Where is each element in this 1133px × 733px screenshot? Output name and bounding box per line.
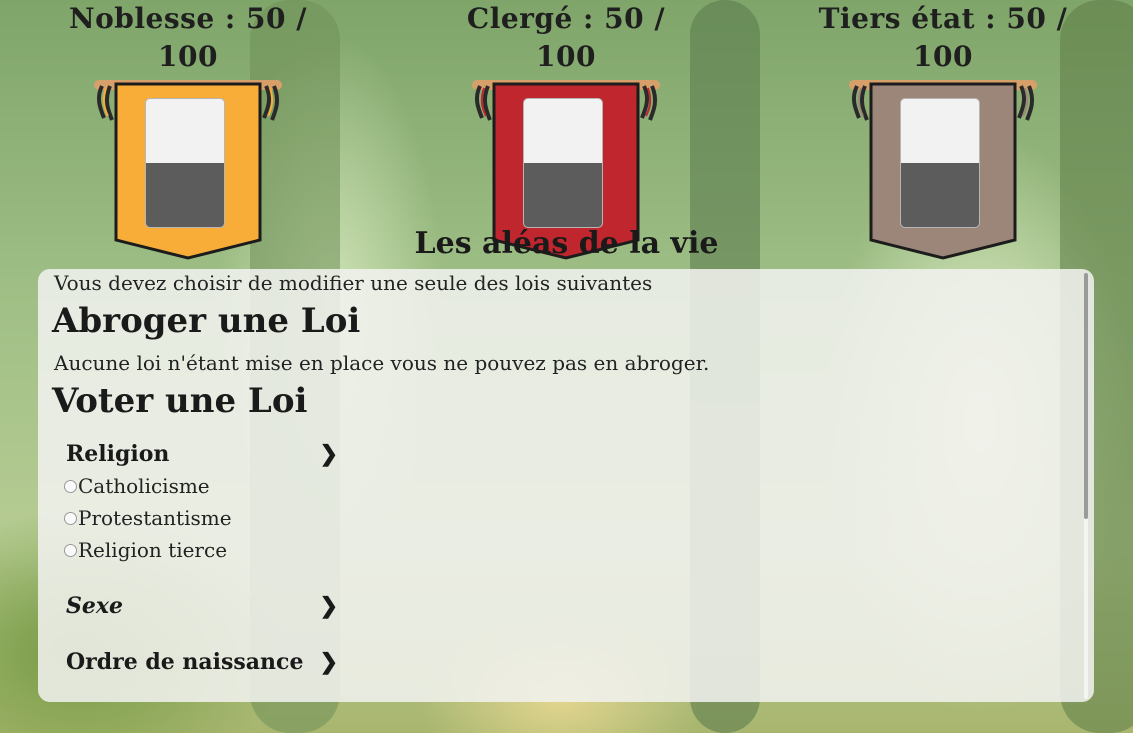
option-label: Catholicisme <box>78 474 210 498</box>
option-label: Religion tierce <box>78 538 228 562</box>
law-group-religion: Religion ❯ Catholicisme Protestantisme R… <box>64 441 338 566</box>
radio-button[interactable] <box>64 511 77 525</box>
law-group-sexe: Sexe ❯ <box>66 593 338 619</box>
abroger-heading: Abroger une Loi <box>52 301 361 341</box>
gauge-fill <box>146 163 224 227</box>
law-label: Ordre de naissance <box>66 649 304 675</box>
option-protestantisme[interactable]: Protestantisme <box>64 502 338 534</box>
chevron-right-icon: ❯ <box>319 441 338 467</box>
law-label: Religion <box>66 441 170 467</box>
estate-title: Tiers état : 50 / 100 <box>818 2 1068 73</box>
law-toggle-ordre-naissance[interactable]: Ordre de naissance ❯ <box>66 649 338 675</box>
gauge-fill <box>901 163 979 227</box>
intro-text: Vous devez choisir de modifier une seule… <box>54 271 653 295</box>
option-religion-tierce[interactable]: Religion tierce <box>64 534 338 566</box>
chevron-right-icon: ❯ <box>319 593 338 619</box>
chevron-right-icon: ❯ <box>319 649 338 675</box>
voter-heading: Voter une Loi <box>52 381 308 421</box>
influence-gauge <box>900 98 980 228</box>
scrollbar-thumb[interactable] <box>1084 273 1088 519</box>
event-title: Les aléas de la vie <box>414 226 719 261</box>
law-panel: Vous devez choisir de modifier une seule… <box>38 269 1094 702</box>
law-label: Sexe <box>66 593 123 619</box>
estate-title: Clergé : 50 / 100 <box>466 2 666 73</box>
radio-button[interactable] <box>64 479 77 493</box>
influence-gauge <box>523 98 603 228</box>
abroger-text: Aucune loi n'étant mise en place vous ne… <box>54 351 710 375</box>
law-toggle-religion[interactable]: Religion ❯ <box>66 441 338 467</box>
option-label: Protestantisme <box>78 506 232 530</box>
gauge-fill <box>524 163 602 227</box>
radio-button[interactable] <box>64 543 77 557</box>
scrollbar[interactable] <box>1084 273 1088 699</box>
estate-title: Noblesse : 50 / 100 <box>69 2 307 73</box>
law-group-ordre-naissance: Ordre de naissance ❯ <box>66 649 338 675</box>
influence-gauge <box>145 98 225 228</box>
law-toggle-sexe[interactable]: Sexe ❯ <box>66 593 338 619</box>
option-catholicisme[interactable]: Catholicisme <box>64 470 338 502</box>
